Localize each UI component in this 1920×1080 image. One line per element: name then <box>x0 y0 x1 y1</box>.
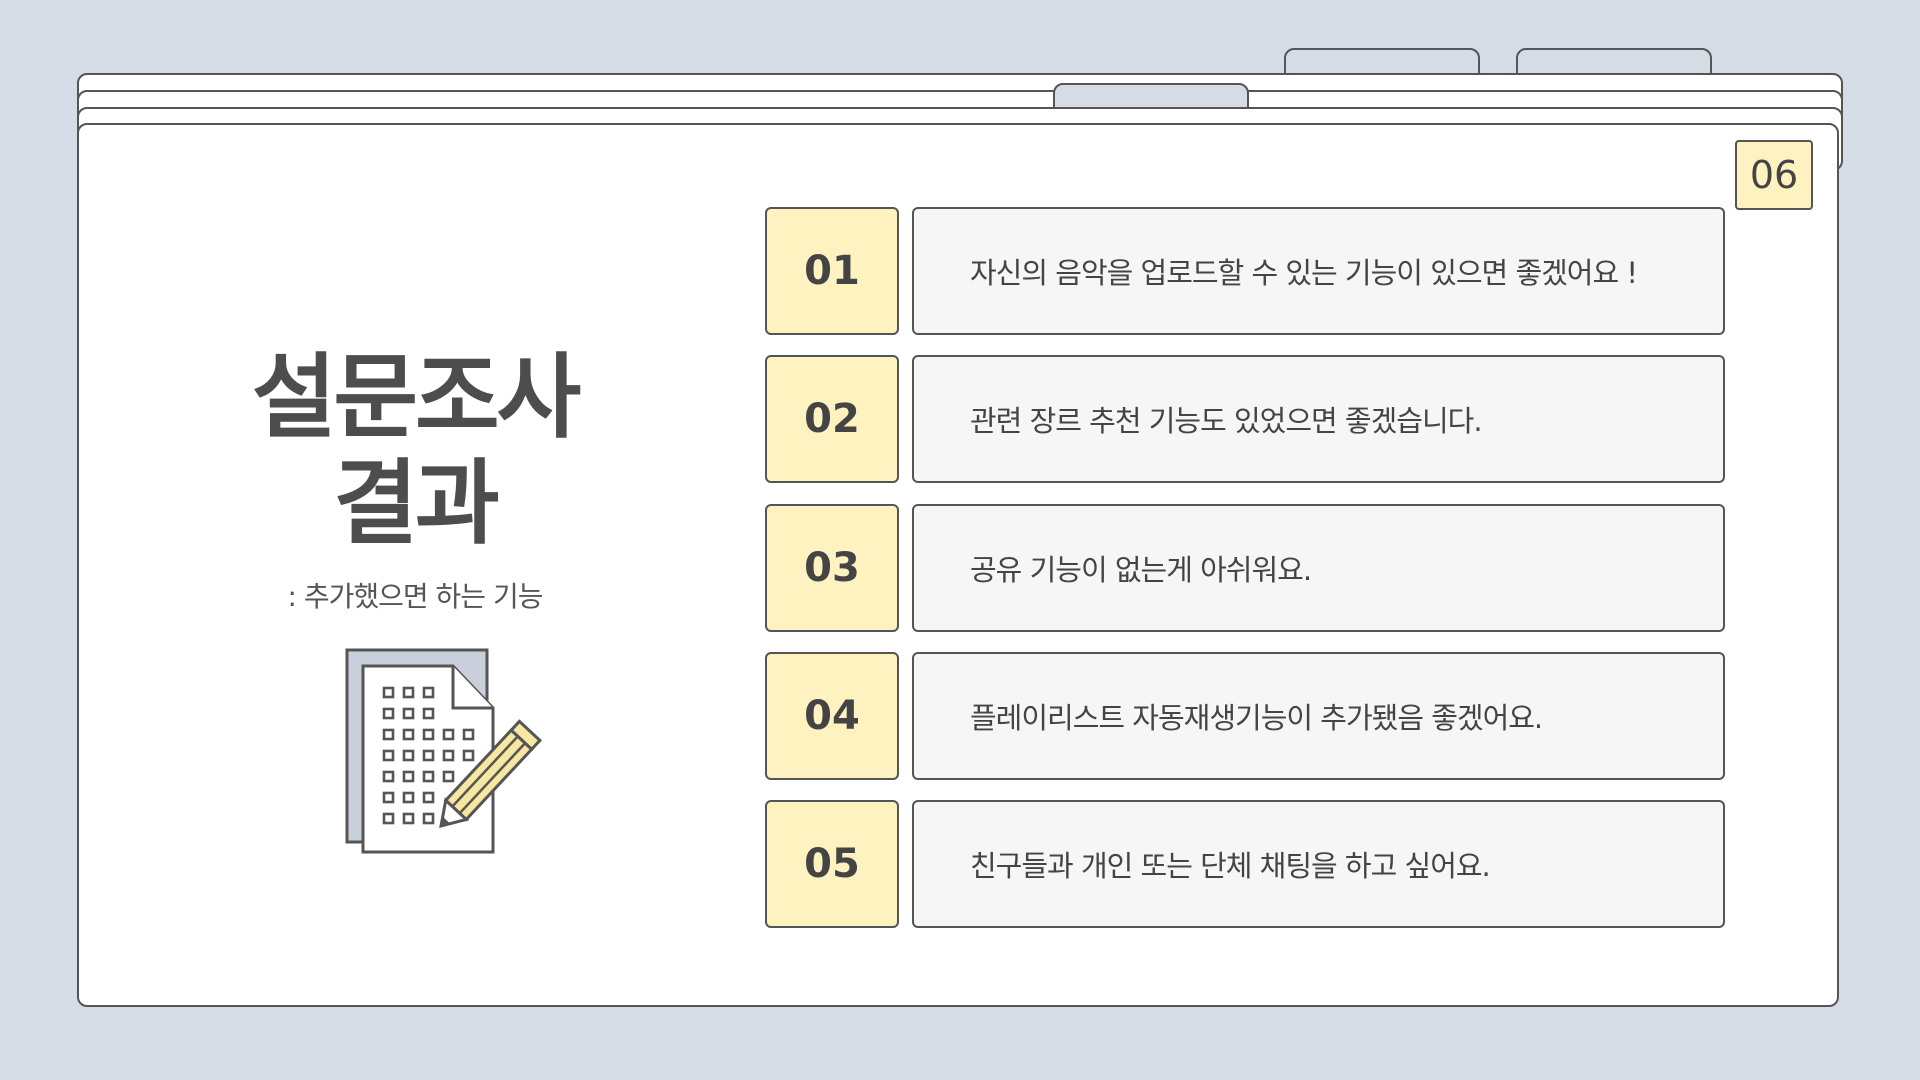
list-item: 05 친구들과 개인 또는 단체 채팅을 하고 싶어요. <box>765 800 1725 928</box>
document-with-pencil-icon <box>345 648 543 854</box>
item-number: 03 <box>765 504 899 632</box>
page-title: 설문조사 결과 <box>230 345 600 557</box>
title-line-2: 결과 <box>333 450 499 557</box>
item-number: 02 <box>765 355 899 483</box>
item-number: 01 <box>765 207 899 335</box>
item-text: 플레이리스트 자동재생기능이 추가됐음 좋겠어요. <box>912 652 1725 780</box>
list-item: 03 공유 기능이 없는게 아쉬워요. <box>765 504 1725 632</box>
list-item: 04 플레이리스트 자동재생기능이 추가됐음 좋겠어요. <box>765 652 1725 780</box>
item-number: 05 <box>765 800 899 928</box>
list-item: 01 자신의 음악을 업로드할 수 있는 기능이 있으면 좋겠어요 ! <box>765 207 1725 335</box>
item-text: 관련 장르 추천 기능도 있었으면 좋겠습니다. <box>912 355 1725 483</box>
list-item: 02 관련 장르 추천 기능도 있었으면 좋겠습니다. <box>765 355 1725 483</box>
title-line-1: 설문조사 <box>251 344 582 451</box>
item-text: 친구들과 개인 또는 단체 채팅을 하고 싶어요. <box>912 800 1725 928</box>
page-number-badge: 06 <box>1735 140 1813 210</box>
item-number: 04 <box>765 652 899 780</box>
page-subtitle: : 추가했으면 하는 기능 <box>287 580 544 613</box>
item-text: 자신의 음악을 업로드할 수 있는 기능이 있으면 좋겠어요 ! <box>912 207 1725 335</box>
item-text: 공유 기능이 없는게 아쉬워요. <box>912 504 1725 632</box>
